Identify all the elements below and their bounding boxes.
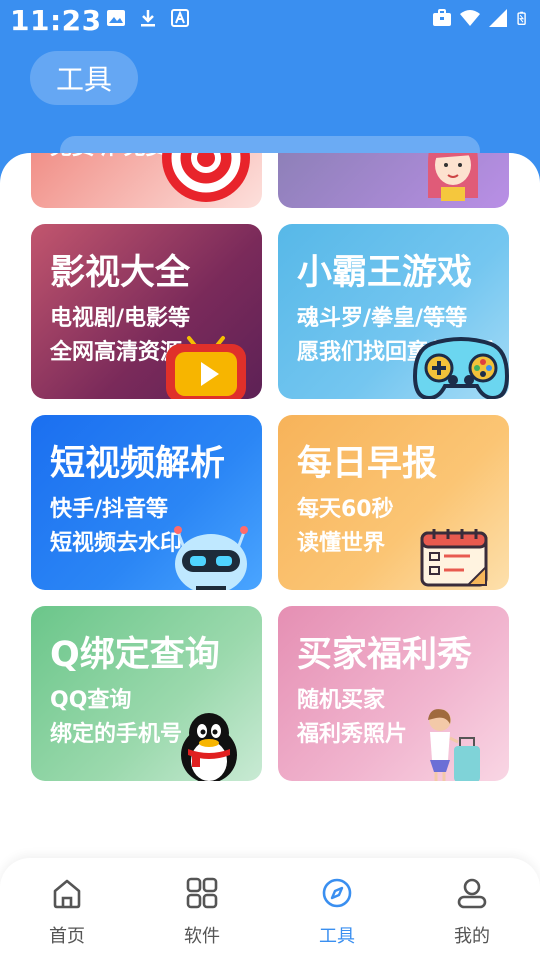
image-notification-icon xyxy=(107,10,125,26)
card-subtitle: QQ查询 xyxy=(50,688,132,713)
grid-icon xyxy=(186,877,218,909)
short-video-parser-card[interactable]: 短视频解析 快手/抖音等 短视频去水印 xyxy=(31,415,262,590)
battery-icon xyxy=(517,11,526,25)
daily-news-card[interactable]: 每日早报 每天60秒 读懂世界 xyxy=(278,415,509,590)
card-title: 小霸王游戏 xyxy=(297,253,473,293)
status-time: 11:23 xyxy=(10,4,102,37)
tool-grid: 免费听 免费 影视大全 电视剧/电影等 全网高清资源 小霸王游戏 xyxy=(0,153,540,858)
girl-illustration-icon xyxy=(428,153,478,201)
nav-mine[interactable]: 我的 xyxy=(422,876,522,956)
netease-music-icon xyxy=(162,153,250,202)
card-title: 买家福利秀 xyxy=(297,635,473,675)
card-title: 每日早报 xyxy=(297,444,438,484)
card-subtitle: 快手/抖音等 xyxy=(50,497,169,522)
user-icon xyxy=(457,878,487,909)
compass-icon xyxy=(322,878,352,908)
download-notification-icon xyxy=(141,10,155,27)
home-icon xyxy=(53,879,81,909)
briefcase-icon xyxy=(433,9,451,26)
robot-icon xyxy=(174,526,248,590)
nav-label: 软件 xyxy=(184,926,220,947)
card-title: 短视频解析 xyxy=(50,444,226,484)
tools-tab-pill[interactable]: 工具 xyxy=(30,51,138,105)
signal-icon xyxy=(489,9,507,27)
status-bar: 11:23 xyxy=(0,0,540,44)
card-description: 短视频去水印 xyxy=(50,531,183,556)
music-card[interactable]: 免费听 免费 xyxy=(31,153,262,208)
app-notification-icon xyxy=(171,9,189,27)
calendar-icon xyxy=(420,529,488,587)
qq-penguin-icon xyxy=(181,713,237,781)
card-description: 绑定的手机号 xyxy=(50,722,183,747)
card-description: 读懂世界 xyxy=(297,531,386,556)
avatar-card[interactable] xyxy=(278,153,509,208)
nav-label: 首页 xyxy=(49,926,85,947)
card-description: 福利秀照片 xyxy=(297,722,408,747)
music-card-text: 免费听 免费 xyxy=(50,153,168,161)
card-subtitle: 每天60秒 xyxy=(297,497,394,522)
card-title: 影视大全 xyxy=(50,253,191,293)
tv-play-icon xyxy=(166,336,246,399)
card-title: Q绑定查询 xyxy=(50,635,220,675)
gamepad-icon xyxy=(413,337,509,399)
nav-software[interactable]: 软件 xyxy=(152,876,252,956)
card-subtitle: 随机买家 xyxy=(297,688,386,713)
traveler-girl-icon xyxy=(428,709,480,781)
retro-games-card[interactable]: 小霸王游戏 魂斗罗/拳皇/等等 愿我们找回童年快乐 xyxy=(278,224,509,399)
nav-label: 我的 xyxy=(454,926,490,947)
nav-home[interactable]: 首页 xyxy=(17,876,117,956)
nav-tools[interactable]: 工具 xyxy=(287,876,387,956)
card-subtitle: 魂斗罗/拳皇/等等 xyxy=(297,306,468,331)
buyer-show-card[interactable]: 买家福利秀 随机买家 福利秀照片 xyxy=(278,606,509,781)
wifi-icon xyxy=(460,10,480,26)
video-collection-card[interactable]: 影视大全 电视剧/电影等 全网高清资源 xyxy=(31,224,262,399)
qq-binding-lookup-card[interactable]: Q绑定查询 QQ查询 绑定的手机号 xyxy=(31,606,262,781)
bottom-navigation: 首页 软件 工具 我的 xyxy=(0,858,540,960)
nav-label: 工具 xyxy=(319,926,355,947)
